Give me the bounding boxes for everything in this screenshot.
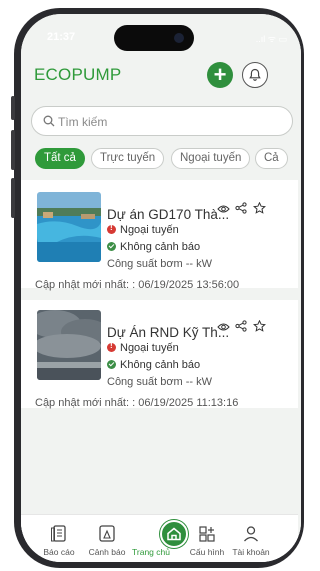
tab-label: Báo cáo <box>43 547 75 557</box>
search-input[interactable] <box>58 112 258 132</box>
tab-label: Trang chủ <box>132 547 170 557</box>
pump-power: Công suất bơm -- kW <box>107 258 213 270</box>
eye-icon[interactable] <box>217 319 230 337</box>
filter-chip-online[interactable]: Trực tuyến <box>91 148 165 169</box>
status-icons: ..ıl ᯤ ▭ <box>255 34 287 44</box>
no-alert-icon <box>107 242 116 251</box>
report-icon <box>51 525 66 542</box>
pool-photo <box>37 192 101 262</box>
tab-account[interactable]: Tài khoản <box>225 523 277 557</box>
tab-reports[interactable]: Báo cáo <box>33 523 85 557</box>
offline-status: Ngoại tuyến <box>107 341 179 354</box>
filter-chip-all[interactable]: Tất cả <box>35 148 85 169</box>
project-title: Dự Án RND Kỹ Th... <box>107 325 230 340</box>
add-project-button[interactable]: + <box>207 62 233 88</box>
star-icon[interactable] <box>253 319 266 337</box>
phone-screen: 21:37 ..ıl ᯤ ▭ ECOPUMP + Tất cả Trực tuy… <box>21 14 301 562</box>
project-card[interactable]: Dự án GD170 Thà... Ngoại tuyến Không cản… <box>21 180 298 291</box>
tab-label: Tài khoản <box>232 547 270 557</box>
last-updated: Cập nhật mới nhất: : 06/19/2025 13:56:00 <box>35 279 240 291</box>
search-bar[interactable] <box>31 106 293 136</box>
tab-label: Cảnh báo <box>88 547 126 557</box>
side-button <box>11 130 15 170</box>
brand-title: ECOPUMP <box>34 65 122 84</box>
share-icon[interactable] <box>235 319 247 337</box>
no-alert-icon <box>107 360 116 369</box>
bell-icon <box>249 68 261 81</box>
tab-label: Cấu hình <box>189 547 225 557</box>
alert-status: Không cảnh báo <box>107 241 200 253</box>
camera-icon <box>174 33 184 43</box>
eye-icon[interactable] <box>217 201 230 219</box>
project-card[interactable]: Dự Án RND Kỹ Th... Ngoại tuyến Không cản… <box>21 300 298 409</box>
dynamic-island <box>114 25 194 51</box>
offline-status: Ngoại tuyến <box>107 223 179 236</box>
project-title: Dự án GD170 Thà... <box>107 207 230 222</box>
alert-icon <box>99 525 115 542</box>
config-icon <box>199 526 215 542</box>
notification-button[interactable] <box>242 62 268 88</box>
filter-chip-offline[interactable]: Ngoại tuyến <box>171 148 251 169</box>
status-time: 21:37 <box>47 31 76 43</box>
account-icon <box>244 526 258 542</box>
offline-status-icon <box>107 223 116 234</box>
last-updated: Cập nhật mới nhất: : 06/19/2025 11:13:16 <box>35 397 239 409</box>
filter-chip-all-types[interactable]: Cả <box>255 148 288 169</box>
status-bar: 21:37 ..ıl ᯤ ▭ <box>21 14 301 60</box>
side-button <box>11 178 15 218</box>
cloudy-sky-photo <box>37 310 101 380</box>
alert-status: Không cảnh báo <box>107 359 200 371</box>
star-icon[interactable] <box>253 201 266 219</box>
tab-home[interactable]: Trang chủ <box>125 547 177 557</box>
pump-power: Công suất bơm -- kW <box>107 376 213 388</box>
search-icon <box>43 115 55 127</box>
plus-icon: + <box>213 62 227 87</box>
offline-status-icon <box>107 341 116 352</box>
side-button <box>11 96 15 120</box>
share-icon[interactable] <box>235 201 247 219</box>
